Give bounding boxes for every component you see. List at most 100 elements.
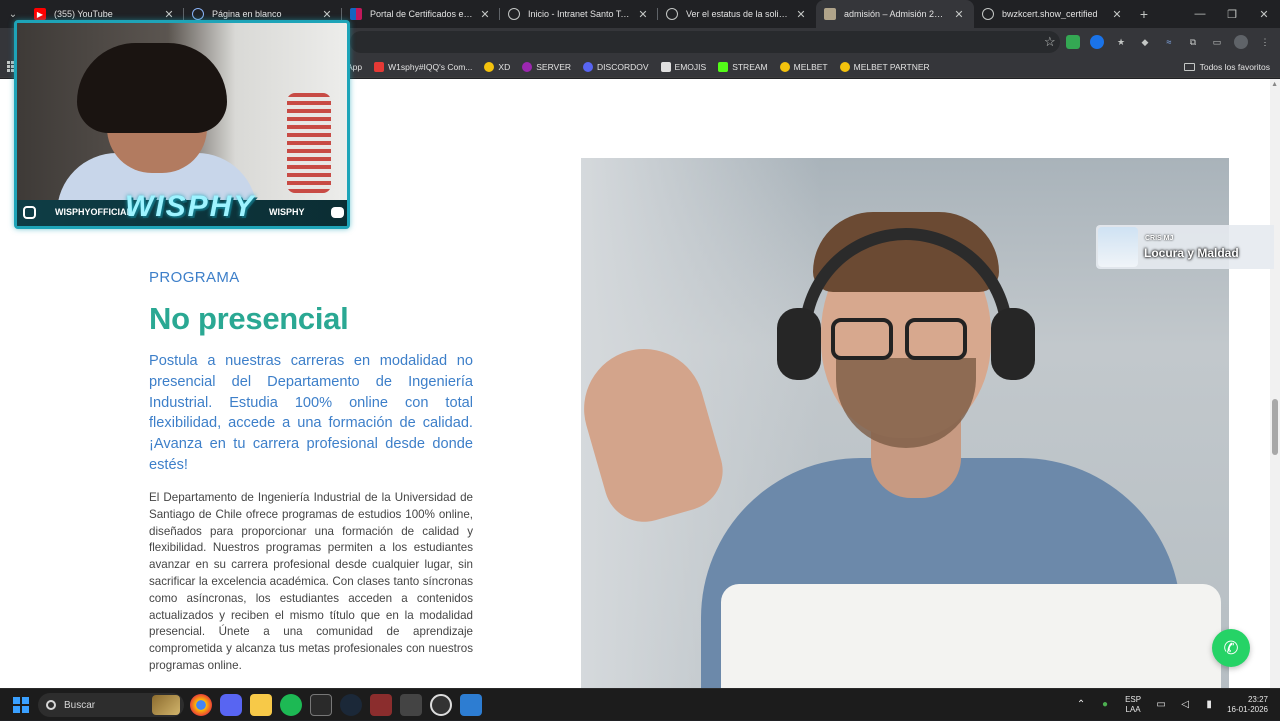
tab-certificates-portal[interactable]: Portal de Certificados en Línea ✕ [342,0,500,28]
scrollbar-thumb[interactable] [1272,399,1278,455]
instagram-handle: WISPHYOFFICIAL [55,207,132,217]
battery-icon[interactable]: ▮ [1203,699,1215,711]
close-tab-icon[interactable]: ✕ [1110,8,1124,21]
tab-admission[interactable]: admisión – Admisión 2026/Pro ✕ [816,0,974,28]
system-tray: ⌃ ● ESP LAA ▭ ◁ ▮ 23:27 16-01-2026 [1069,689,1280,721]
globe-favicon-icon [192,8,204,20]
close-tab-icon[interactable]: ✕ [478,8,492,21]
blue-extension-icon[interactable] [1090,35,1104,49]
whatsapp-chat-button[interactable]: ✆ [1212,629,1250,667]
puzzle-extensions-icon[interactable]: ⧉ [1186,35,1200,49]
bookmark-star-icon[interactable]: ☆ [1044,34,1056,50]
bookmark-label: MELBET [793,62,828,72]
melbet-favicon-icon [779,62,790,72]
all-bookmarks-button[interactable]: Todos los favoritos [1183,56,1270,78]
microphone-icon[interactable]: ● [1099,699,1111,711]
bookmark-stream[interactable]: STREAM [718,62,768,72]
spotify-icon[interactable] [280,694,302,716]
wave-extension-icon[interactable]: ≈ [1162,35,1176,49]
close-tab-icon[interactable]: ✕ [320,8,334,21]
bookmark-server[interactable]: SERVER [522,62,571,72]
star-extension-icon[interactable]: ★ [1114,35,1128,49]
discord-favicon-icon [583,62,594,72]
restore-icon[interactable]: ❐ [1216,8,1248,21]
extensions-area: ★ ◆ ≈ ⧉ ▭ ⋮ [1066,28,1272,56]
language-code: ESP [1125,695,1142,704]
tab-certified[interactable]: bwzkcert.show_certified ✕ [974,0,1132,28]
window-controls: — ❐ ✕ [1184,8,1280,21]
now-playing-overlay: CRIS MJ Locura y Maldad [1096,225,1274,269]
taskbar-clock[interactable]: 23:27 16-01-2026 [1227,695,1268,715]
discord-icon [331,207,344,218]
globe-favicon-icon [666,8,678,20]
discord-handle: WISPHY [269,207,305,217]
tab-request-status[interactable]: Ver el estatus de la solicitud de ✕ [658,0,816,28]
paint-app-icon[interactable] [460,694,482,716]
kick-favicon-icon [718,62,729,72]
diamond-extension-icon[interactable]: ◆ [1138,35,1152,49]
melbet-favicon-icon [839,62,850,72]
close-tab-icon[interactable]: ✕ [636,8,650,21]
search-icon [46,700,56,710]
windows-start-icon[interactable] [13,697,29,713]
bookmark-label: DISCORDOV [597,62,649,72]
pinned-apps [190,689,482,721]
epic-games-icon[interactable] [310,694,332,716]
shield-extension-icon[interactable] [1066,35,1080,49]
emoji-favicon-icon [484,62,495,72]
discord-icon[interactable] [220,694,242,716]
tab-title: bwzkcert.show_certified [1002,9,1098,19]
community-favicon-icon [374,62,385,72]
scroll-up-arrow-icon[interactable]: ▲ [1271,81,1278,88]
clock-time: 23:27 [1247,695,1268,704]
bookmark-emojis[interactable]: EMOJIS [660,62,707,72]
game-app-icon[interactable] [400,694,422,716]
sidebar-icon[interactable]: ▭ [1210,35,1224,49]
bookmark-label: W1sphy#IQQ's Com... [388,62,473,72]
close-tab-icon[interactable]: ✕ [952,8,966,21]
new-tab-plus-icon[interactable]: + [1132,6,1156,22]
obs-studio-icon[interactable] [430,694,452,716]
close-tab-icon[interactable]: ✕ [162,8,176,21]
kebab-menu-icon[interactable]: ⋮ [1258,35,1272,49]
game-launcher-icon[interactable] [370,694,392,716]
bookmark-label: EMOJIS [674,62,707,72]
page-scrollbar[interactable]: ▲ [1270,79,1280,688]
tray-overflow-chevron-icon[interactable]: ⌃ [1075,699,1087,711]
minimize-icon[interactable]: — [1184,8,1216,21]
portal-favicon-icon [350,8,362,20]
close-window-icon[interactable]: ✕ [1248,8,1280,21]
bookmark-melbet-partner[interactable]: MELBET PARTNER [839,62,930,72]
network-icon[interactable]: ▭ [1155,699,1167,711]
webcam-overlay: WISPHYOFFICIAL WISPHY WISPHY [14,20,350,229]
bookmark-label: SERVER [536,62,572,72]
language-indicator[interactable]: ESP LAA [1125,695,1141,715]
search-placeholder: Buscar [64,699,96,711]
steam-icon[interactable] [340,694,362,716]
close-tab-icon[interactable]: ✕ [794,8,808,21]
search-highlight-image [152,695,180,715]
bookmark-discordov[interactable]: DISCORDOV [583,62,649,72]
bookmark-melbet[interactable]: MELBET [779,62,828,72]
server-favicon-icon [522,62,533,72]
lead-paragraph: Postula a nuestras carreras en modalidad… [149,353,473,473]
globe-favicon-icon [982,8,994,20]
section-kicker: PROGRAMA [149,269,240,286]
tab-title: admisión – Admisión 2026/Pro [844,9,948,19]
profile-avatar-icon[interactable] [1234,35,1248,49]
chrome-icon[interactable] [190,694,212,716]
bookmark-xd[interactable]: XD [484,62,510,72]
bookmark-community[interactable]: W1sphy#IQQ's Com... [374,62,472,72]
overlay-user: CRIS MJ [1145,235,1174,242]
file-explorer-icon[interactable] [250,694,272,716]
taskbar-search[interactable]: Buscar [38,693,184,717]
folder-icon [1183,63,1195,71]
overlay-title: Locura y Maldad [1144,246,1239,260]
tab-intranet[interactable]: Inicio - Intranet Santo Tomás ✕ [500,0,658,28]
all-bookmarks-label: Todos los favoritos [1199,62,1270,72]
volume-icon[interactable]: ◁ [1179,699,1191,711]
address-bar[interactable] [350,31,1060,53]
bookmark-label: MELBET PARTNER [853,62,930,72]
whatsapp-icon: ✆ [1223,637,1239,658]
admission-favicon-icon [824,8,836,20]
